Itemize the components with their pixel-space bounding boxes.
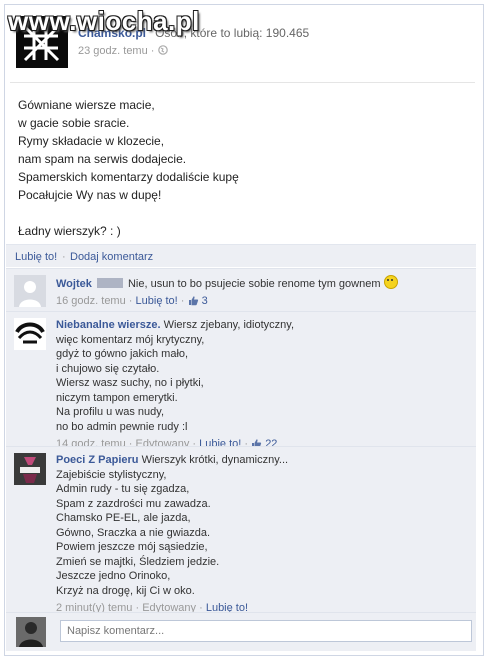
comment-like-link[interactable]: Lubię to! (136, 295, 178, 307)
comment-time[interactable]: 16 godz. temu (56, 295, 126, 307)
comment-item: Poeci Z Papieru Wierszyk krótki, dynamic… (6, 446, 476, 614)
scribble-logo-icon (14, 318, 46, 350)
paper-logo-icon (14, 453, 46, 485)
current-user-avatar[interactable] (16, 617, 46, 647)
post-meta: 23 godz. temu · (78, 45, 168, 57)
watermark: www.wiocha.pl (8, 6, 200, 36)
post-time[interactable]: 23 godz. temu (78, 45, 148, 57)
add-comment-link[interactable]: Dodaj komentarz (70, 251, 153, 263)
globe-icon (157, 45, 168, 55)
comment-first-line: Wierszyk krótki, dynamiczny... (141, 454, 289, 466)
comment-like-count[interactable]: 3 (202, 295, 208, 307)
post-body: Gówniane wiersze macie, w gacie sobie sr… (18, 98, 239, 238)
comment-author[interactable]: Poeci Z Papieru (56, 454, 139, 466)
divider (10, 82, 475, 83)
default-avatar[interactable] (14, 275, 46, 307)
blurred-surname (96, 278, 123, 288)
user-photo-icon (16, 617, 46, 647)
post-actions-bar: Lubię to! · Dodaj komentarz (6, 244, 476, 267)
thumbs-up-icon (188, 295, 198, 305)
comment-author[interactable]: Wojtek (56, 278, 92, 290)
comment-text: więc komentarz mój krytyczny, gdyż to gó… (56, 333, 205, 433)
like-post-link[interactable]: Lubię to! (15, 251, 57, 263)
write-comment-box (6, 612, 476, 651)
comment-author[interactable]: Niebanalne wiersze. (56, 319, 161, 331)
person-silhouette-icon (14, 275, 46, 307)
comment-input[interactable] (60, 620, 472, 642)
comment-item: Wojtek Nie, usun to bo psujecie sobie re… (6, 268, 476, 312)
comment-text: Nie, usun to bo psujecie sobie renome ty… (127, 278, 381, 290)
commenter-avatar[interactable] (14, 318, 46, 350)
commenter-avatar[interactable] (14, 453, 46, 485)
comment-text: Zajebiście stylistyczny, Admin rudy - tu… (56, 468, 220, 597)
comment-first-line: Wiersz zjebany, idiotyczny, (163, 319, 295, 331)
comment-item: Niebanalne wiersze. Wiersz zjebany, idio… (6, 311, 476, 450)
smiley-icon (383, 275, 398, 289)
